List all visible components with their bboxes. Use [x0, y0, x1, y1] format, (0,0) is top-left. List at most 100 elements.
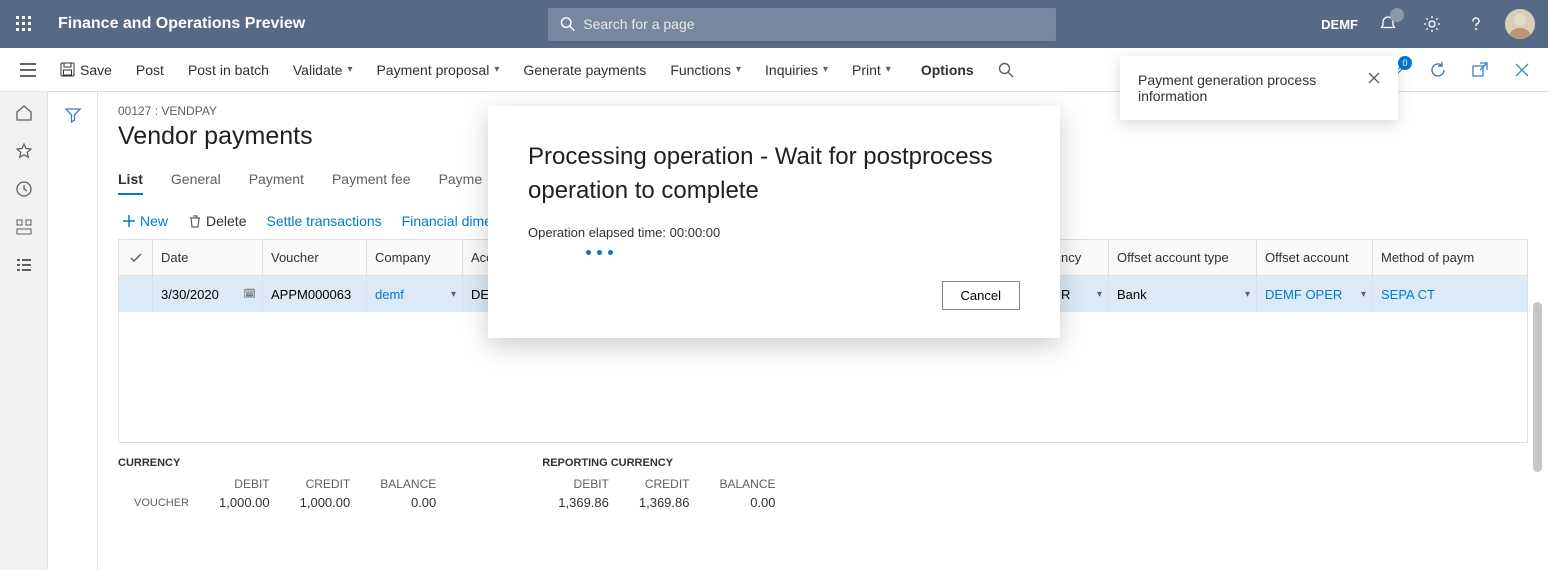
- cell-voucher[interactable]: APPM000063: [263, 276, 367, 312]
- avatar-image: [1505, 9, 1535, 39]
- legal-entity[interactable]: DEMF: [1321, 17, 1358, 32]
- home-icon: [15, 104, 33, 122]
- tab-payment[interactable]: Payment: [249, 165, 304, 195]
- tab-payment-extra[interactable]: Payme: [439, 165, 483, 195]
- check-icon: [129, 251, 143, 265]
- post-batch-button[interactable]: Post in batch: [176, 48, 281, 92]
- notification-close[interactable]: [1368, 72, 1380, 104]
- chevron-down-icon[interactable]: ▾: [451, 289, 456, 300]
- elapsed-time: Operation elapsed time: 00:00:00: [528, 225, 1020, 240]
- inquiries-button[interactable]: Inquiries ▾: [753, 48, 840, 92]
- question-icon: [1467, 15, 1485, 33]
- cell-company[interactable]: demf ▾: [367, 276, 463, 312]
- user-avatar[interactable]: [1500, 0, 1540, 48]
- tab-payment-fee[interactable]: Payment fee: [332, 165, 411, 195]
- col-date[interactable]: Date: [153, 240, 263, 275]
- delete-button[interactable]: Delete: [188, 213, 246, 229]
- list-icon: [15, 256, 33, 274]
- vertical-scrollbar[interactable]: [1533, 302, 1542, 472]
- dialog-title: Processing operation - Wait for postproc…: [528, 140, 1020, 207]
- currency-section-label: CURRENCY: [118, 457, 452, 469]
- functions-button[interactable]: Functions▾: [658, 48, 753, 92]
- clock-icon: [15, 180, 33, 198]
- cancel-button[interactable]: Cancel: [942, 281, 1020, 310]
- chevron-down-icon: ▾: [886, 64, 891, 75]
- print-button[interactable]: Print▾: [840, 48, 903, 92]
- generate-payments-button[interactable]: Generate payments: [511, 48, 658, 92]
- rail-modules[interactable]: [15, 256, 33, 274]
- validate-button[interactable]: Validate▾: [281, 48, 365, 92]
- settle-transactions-button[interactable]: Settle transactions: [266, 213, 381, 229]
- notification-toast: Payment generation process information: [1120, 56, 1398, 120]
- hamburger-icon: [20, 63, 36, 77]
- payment-proposal-button[interactable]: Payment proposal ▾: [364, 48, 511, 92]
- search-input[interactable]: [583, 16, 1044, 32]
- chevron-down-icon[interactable]: ▾: [1361, 289, 1366, 300]
- reporting-credit: 1,369.86: [625, 493, 704, 512]
- cell-method[interactable]: SEPA CT: [1373, 276, 1475, 312]
- chevron-down-icon[interactable]: ▾: [1245, 289, 1250, 300]
- col-company[interactable]: Company: [367, 240, 463, 275]
- payment-proposal-label: Payment proposal: [376, 62, 489, 78]
- select-all[interactable]: [119, 240, 153, 275]
- reporting-debit: 1,369.86: [544, 493, 623, 512]
- chevron-down-icon: ▾: [494, 64, 499, 75]
- col-debit: DEBIT: [205, 477, 284, 491]
- col-balance: BALANCE: [705, 477, 789, 491]
- action-search-button[interactable]: [998, 62, 1014, 78]
- options-button[interactable]: Options: [909, 48, 986, 92]
- global-search[interactable]: [548, 8, 1056, 41]
- post-button[interactable]: Post: [124, 48, 176, 92]
- col-offset-account[interactable]: Offset account: [1257, 240, 1373, 275]
- cell-currency[interactable]: R▾: [1053, 276, 1109, 312]
- processing-dialog: Processing operation - Wait for postproc…: [488, 106, 1060, 338]
- refresh-button[interactable]: [1420, 52, 1456, 88]
- settings-button[interactable]: [1412, 0, 1452, 48]
- notifications-button[interactable]: [1368, 0, 1408, 48]
- tab-list[interactable]: List: [118, 165, 143, 195]
- save-label: Save: [80, 62, 112, 78]
- inquiries-label: Inquiries: [765, 62, 818, 78]
- rail-home[interactable]: [15, 104, 33, 122]
- rail-workspaces[interactable]: [15, 218, 33, 236]
- financial-dimensions-button[interactable]: Financial dime: [402, 213, 492, 229]
- elapsed-label: Operation elapsed time:: [528, 225, 670, 240]
- cell-offset-type[interactable]: Bank ▾: [1109, 276, 1257, 312]
- validate-label: Validate: [293, 62, 343, 78]
- close-button[interactable]: [1504, 52, 1540, 88]
- currency-credit: 1,000.00: [286, 493, 365, 512]
- tab-general[interactable]: General: [171, 165, 221, 195]
- col-currency[interactable]: ncy: [1053, 240, 1109, 275]
- new-button[interactable]: New: [122, 213, 168, 229]
- cell-date[interactable]: 3/30/2020 🗓: [153, 276, 263, 312]
- popout-button[interactable]: [1462, 52, 1498, 88]
- popout-icon: [1472, 62, 1488, 78]
- row-selector[interactable]: [119, 276, 153, 312]
- app-launcher-icon[interactable]: [0, 0, 48, 48]
- save-button[interactable]: Save: [48, 48, 124, 92]
- notification-message: Payment generation process information: [1138, 72, 1368, 104]
- row-voucher-label: VOUCHER: [120, 493, 203, 512]
- post-label: Post: [136, 62, 164, 78]
- currency-debit: 1,000.00: [205, 493, 284, 512]
- help-button[interactable]: [1456, 0, 1496, 48]
- rail-recent[interactable]: [15, 180, 33, 198]
- calendar-icon[interactable]: 🗓: [243, 289, 256, 300]
- col-method[interactable]: Method of paym: [1373, 240, 1475, 275]
- col-offset-type[interactable]: Offset account type: [1109, 240, 1257, 275]
- star-icon: [15, 142, 33, 160]
- chevron-down-icon: ▾: [823, 64, 828, 75]
- nav-toggle[interactable]: [8, 63, 48, 77]
- company-value: demf: [375, 287, 404, 302]
- close-icon: [1515, 63, 1529, 77]
- generate-payments-label: Generate payments: [523, 62, 646, 78]
- date-value: 3/30/2020: [161, 287, 219, 302]
- chevron-down-icon[interactable]: ▾: [1097, 289, 1102, 300]
- col-voucher[interactable]: Voucher: [263, 240, 367, 275]
- offset-type-value: Bank: [1117, 287, 1147, 302]
- cell-offset-account[interactable]: DEMF OPER▾: [1257, 276, 1373, 312]
- plus-icon: [122, 214, 136, 228]
- filter-toggle[interactable]: [64, 106, 82, 570]
- trash-icon: [188, 214, 202, 228]
- rail-favorites[interactable]: [15, 142, 33, 160]
